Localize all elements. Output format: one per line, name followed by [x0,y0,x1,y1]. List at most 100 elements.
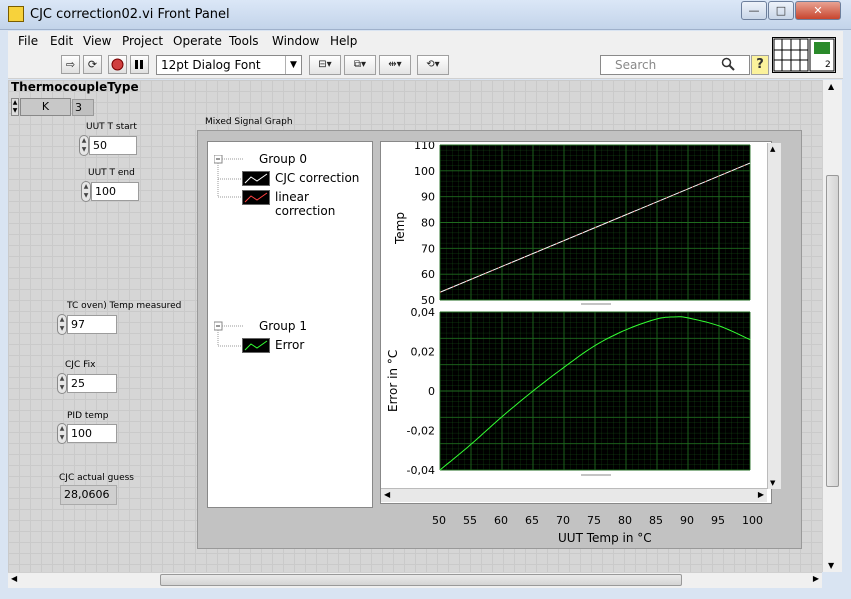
menu-file[interactable]: File [18,34,38,48]
scroll-up-icon[interactable]: ▲ [770,145,775,153]
increment-decrement-icon[interactable]: ▲ ▼ [57,373,67,394]
scroll-thumb[interactable] [160,574,682,586]
svg-text:2: 2 [825,60,831,70]
mixed-signal-graph: Group 0 CJC correction linear correction… [197,130,802,549]
search-icon[interactable] [721,57,735,71]
plot-area: Temp Error in °C 110 100 90 80 70 60 50 0,04 0,0… [380,141,772,504]
graph-vertical-scrollbar[interactable]: ▲ ▼ [767,143,781,489]
x-tick-label: 50 [432,514,446,527]
graph-horizontal-scrollbar[interactable]: ◀ ▶ [381,488,767,502]
scroll-left-icon[interactable]: ◀ [11,574,17,583]
x-tick-label: 95 [711,514,725,527]
y-tick-label: -0,02 [407,425,435,438]
y-tick-label: 0,02 [411,346,436,359]
chart-canvas[interactable]: 11010090807060500,040,020-0,02-0,04 [381,142,771,503]
x-tick-label: 85 [649,514,663,527]
uut-t-end-label: UUT T end [88,168,135,178]
tc-oven-temp-input[interactable]: 97 [67,315,117,334]
cjc-actual-guess-label: CJC actual guess [59,473,134,483]
y-tick-label: 80 [421,217,435,230]
align-objects-icon[interactable]: ⊟▾ [309,55,341,75]
increment-decrement-icon[interactable]: ▲ ▼ [79,135,89,156]
window-title: CJC correction02.vi Front Panel [30,7,230,22]
menu-project[interactable]: Project [122,34,163,48]
scroll-up-icon[interactable]: ▲ [828,82,834,91]
x-tick-label: 70 [556,514,570,527]
scroll-down-icon[interactable]: ▼ [770,479,775,487]
uut-t-start-label: UUT T start [86,122,137,132]
increment-decrement-icon[interactable]: ▲ ▼ [57,423,67,444]
graph-label: Mixed Signal Graph [205,117,293,127]
x-tick-label: 60 [494,514,508,527]
x-tick-label: 75 [587,514,601,527]
window-vertical-scrollbar[interactable]: ▲ ▼ [822,80,842,572]
uut-t-start-input[interactable]: 50 [89,136,137,155]
x-tick-label: 100 [742,514,763,527]
font-select[interactable]: 12pt Dialog Font ▼ [156,55,302,75]
linear-correction-swatch[interactable] [242,190,270,205]
cjc-fix-input[interactable]: 25 [67,374,117,393]
window-horizontal-scrollbar[interactable]: ◀ ▶ [8,572,822,588]
increment-decrement-icon[interactable]: ▲ ▼ [57,314,67,335]
tc-oven-temp-label: TC oven) Temp measured [67,301,182,311]
legend-item-linear-correction[interactable]: linear correction [275,190,372,218]
distribute-objects-icon[interactable]: ⧉▾ [344,55,376,75]
pid-temp-control[interactable]: ▲ ▼ 100 [57,423,119,444]
ring-increment-icon[interactable]: ▲ ▼ [11,98,19,116]
menu-tools[interactable]: Tools [229,34,259,48]
y-tick-label: 0,04 [411,306,436,319]
y-tick-label: 70 [421,242,435,255]
uut-t-end-input[interactable]: 100 [91,182,139,201]
maximize-button[interactable]: □ [768,1,794,20]
run-arrow-icon[interactable]: ⇨ [61,55,80,74]
menu-operate[interactable]: Operate [173,34,222,48]
abort-icon[interactable] [108,55,127,74]
title-bar: CJC correction02.vi Front Panel — □ ✕ [0,0,851,30]
x-tick-label: 80 [618,514,632,527]
y-tick-label: 110 [414,142,435,152]
run-continuously-icon[interactable]: ⟳ [83,55,102,74]
x-tick-label: 65 [525,514,539,527]
resize-objects-icon[interactable]: ⇹▾ [379,55,411,75]
menu-view[interactable]: View [83,34,111,48]
menu-bar: File Edit View Project Operate Tools Win… [8,31,843,52]
legend-group-0[interactable]: Group 0 [259,152,307,166]
increment-decrement-icon[interactable]: ▲ ▼ [81,181,91,202]
chevron-down-icon: ▼ [285,56,301,74]
menu-window[interactable]: Window [272,34,319,48]
context-help-icon[interactable]: ? [751,55,769,75]
pid-temp-label: PID temp [67,411,109,421]
y-tick-label: 90 [421,191,435,204]
menu-edit[interactable]: Edit [50,34,73,48]
labview-vi-icon [8,6,24,22]
error-swatch[interactable] [242,338,270,353]
scroll-thumb[interactable] [826,175,839,487]
reorder-icon[interactable]: ⟲▾ [417,55,449,75]
cjc-fix-label: CJC Fix [65,360,96,370]
scroll-right-icon[interactable]: ▶ [758,490,764,499]
pid-temp-input[interactable]: 100 [67,424,117,443]
close-button[interactable]: ✕ [795,1,841,20]
thermocouple-type-value[interactable]: K [20,98,71,116]
x-tick-label: 55 [463,514,477,527]
menu-help[interactable]: Help [330,34,357,48]
pause-icon[interactable] [130,55,149,74]
front-panel: ThermocoupleType ▲ ▼ K 3 UUT T start ▲ ▼ 5… [8,80,822,572]
connector-pane-icon[interactable]: 2 [772,37,836,73]
thermocouple-type-label: ThermocoupleType [11,80,139,94]
tc-oven-temp-control[interactable]: ▲ ▼ 97 [57,314,119,335]
legend-item-cjc-correction[interactable]: CJC correction [275,171,359,185]
scroll-right-icon[interactable]: ▶ [813,574,819,583]
minimize-button[interactable]: — [741,1,767,20]
cjc-correction-swatch[interactable] [242,171,270,186]
uut-t-start-control[interactable]: ▲ ▼ 50 [79,135,139,156]
y-tick-label: 0 [428,385,435,398]
x-axis-label: UUT Temp in °C [558,531,652,545]
legend-item-error[interactable]: Error [275,338,304,352]
uut-t-end-control[interactable]: ▲ ▼ 100 [81,181,141,202]
scroll-left-icon[interactable]: ◀ [384,490,390,499]
legend-group-1[interactable]: Group 1 [259,319,307,333]
scroll-down-icon[interactable]: ▼ [828,561,834,570]
cjc-fix-control[interactable]: ▲ ▼ 25 [57,373,119,394]
y-tick-label: 100 [414,165,435,178]
